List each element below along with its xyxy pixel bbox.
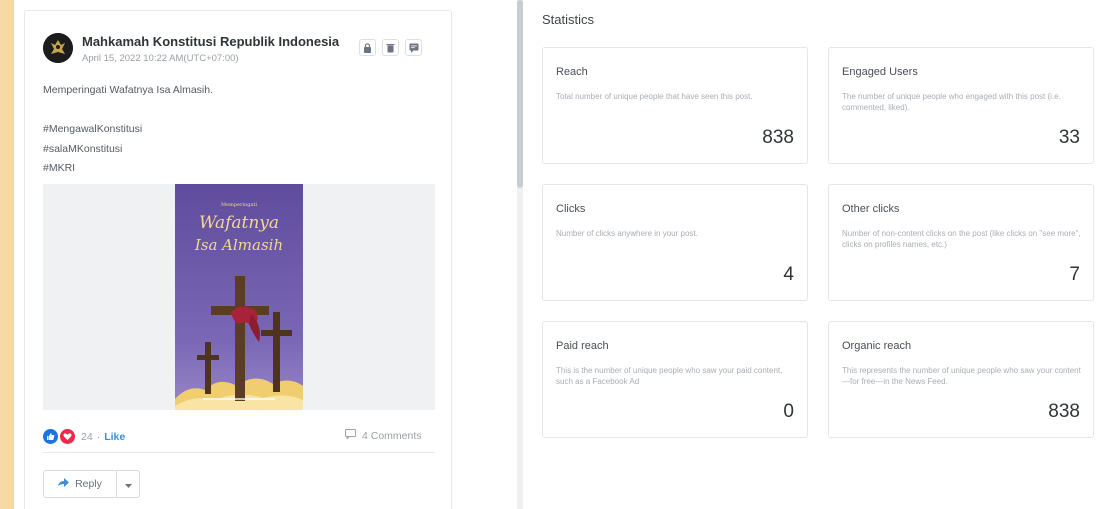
trash-icon[interactable] — [382, 39, 399, 56]
stat-value: 0 — [783, 401, 794, 422]
stat-description: Number of non-content clicks on the post… — [842, 229, 1081, 249]
post-hashtag[interactable]: #MengawalKonstitusi — [43, 120, 213, 140]
reaction-bar: 24 · Like — [43, 429, 125, 444]
reply-button[interactable]: Reply — [44, 471, 117, 497]
reaction-count[interactable]: 24 — [81, 431, 93, 443]
post-message: Memperingati Wafatnya Isa Almasih. #Meng… — [43, 81, 213, 179]
stat-description: This is the number of unique people who … — [556, 366, 783, 386]
reply-dropdown-toggle[interactable] — [117, 471, 139, 497]
poster-title-2: Isa Almasih — [194, 236, 283, 254]
poster-image: Memperingati Wafatnya Isa Almasih — [175, 184, 303, 410]
stat-title: Paid reach — [556, 340, 609, 352]
stat-value: 7 — [1069, 264, 1080, 285]
stat-description: Number of clicks anywhere in your post. — [556, 229, 698, 238]
post-line: Memperingati Wafatnya Isa Almasih. — [43, 84, 214, 96]
comments-count-label: 4 Comments — [362, 429, 422, 442]
post-timestamp: April 15, 2022 10:22 AM(UTC+07:00) — [82, 53, 239, 64]
stat-title: Engaged Users — [842, 66, 918, 78]
stat-value: 33 — [1058, 127, 1080, 148]
stat-value: 838 — [762, 127, 794, 148]
post-media[interactable]: Memperingati Wafatnya Isa Almasih — [43, 184, 435, 410]
poster-title-1: Wafatnya — [199, 213, 279, 233]
stat-card-engaged-users: Engaged Users The number of unique peopl… — [828, 47, 1094, 164]
stat-card-reach: Reach Total number of unique people that… — [542, 47, 808, 164]
stat-value: 4 — [783, 264, 794, 285]
reply-split-button: Reply — [43, 470, 140, 498]
poster-subtitle: Memperingati — [221, 202, 257, 208]
post-actions — [359, 39, 422, 56]
stat-value: 838 — [1048, 401, 1080, 422]
stat-title: Reach — [556, 66, 588, 78]
page-avatar[interactable] — [43, 33, 73, 63]
post-divider — [43, 452, 435, 453]
stat-card-other-clicks: Other clicks Number of non-content click… — [828, 184, 1094, 301]
scrollbar-thumb[interactable] — [517, 0, 523, 188]
stat-card-clicks: Clicks Number of clicks anywhere in your… — [542, 184, 808, 301]
stat-title: Organic reach — [842, 340, 912, 352]
post-hashtag[interactable]: #salaMKonstitusi — [43, 140, 213, 160]
like-link[interactable]: Like — [104, 431, 125, 443]
love-reaction-icon — [60, 429, 75, 444]
app-frame: Mahkamah Konstitusi Republik Indonesia A… — [14, 0, 1106, 509]
note-icon[interactable] — [405, 39, 422, 56]
page-name[interactable]: Mahkamah Konstitusi Republik Indonesia — [82, 34, 339, 49]
stat-description: Total number of unique people that have … — [556, 92, 753, 101]
reply-label: Reply — [75, 478, 102, 490]
stat-title: Other clicks — [842, 203, 900, 215]
post-hashtag[interactable]: #MKRI — [43, 159, 213, 179]
stat-description: This represents the number of unique peo… — [842, 366, 1081, 386]
like-reaction-icon — [43, 429, 58, 444]
comments-link[interactable]: 4 Comments — [345, 429, 422, 442]
stat-title: Clicks — [556, 203, 586, 215]
stat-card-organic-reach: Organic reach This represents the number… — [828, 321, 1094, 438]
reaction-separator: · — [96, 430, 101, 443]
statistics-title: Statistics — [542, 12, 595, 27]
chevron-down-icon — [124, 475, 132, 493]
post-card: Mahkamah Konstitusi Republik Indonesia A… — [24, 10, 452, 509]
lock-icon[interactable] — [359, 39, 376, 56]
scrollbar[interactable] — [517, 0, 523, 509]
comment-icon — [345, 429, 356, 442]
stat-description: The number of unique people who engaged … — [842, 92, 1061, 112]
post-line — [43, 101, 213, 121]
stat-card-paid-reach: Paid reach This is the number of unique … — [542, 321, 808, 438]
reply-arrow-icon — [58, 478, 70, 490]
